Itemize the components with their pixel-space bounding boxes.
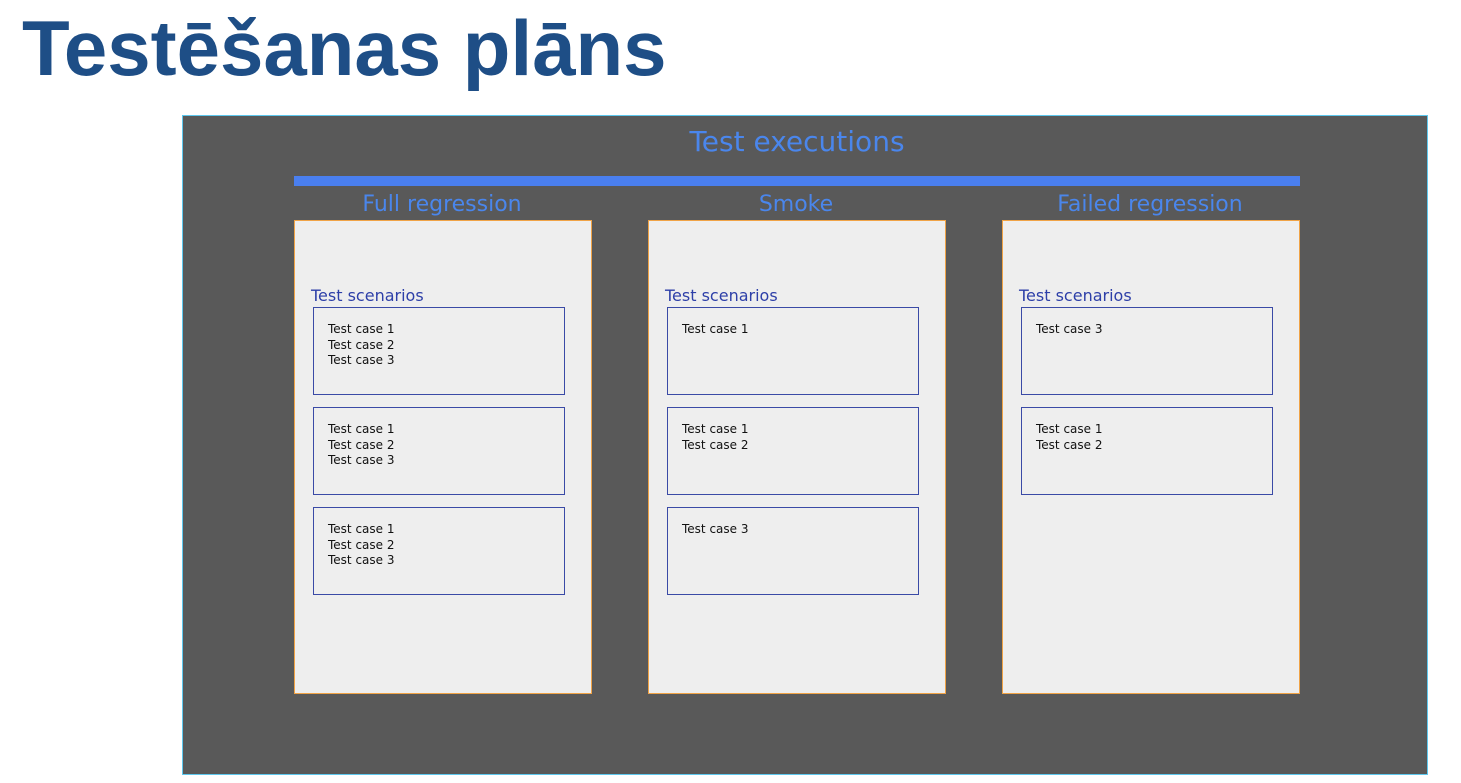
test-case: Test case 3 (328, 453, 395, 467)
column-label-smoke: Smoke (758, 192, 834, 217)
test-case: Test case 3 (682, 522, 749, 536)
column-smoke: Test scenarios Test case 1 Test case 1 T… (648, 220, 946, 694)
header-bar (294, 176, 1300, 186)
test-case: Test case 1 (328, 522, 395, 536)
test-case: Test case 3 (328, 353, 395, 367)
test-case: Test case 1 (328, 422, 395, 436)
test-case: Test case 1 (328, 322, 395, 336)
test-case: Test case 1 (682, 322, 749, 336)
scenario-box: Test case 1 Test case 2 (1021, 407, 1273, 495)
test-case: Test case 2 (328, 537, 395, 552)
scenario-box: Test case 3 (667, 507, 919, 595)
scenario-box: Test case 1 Test case 2 Test case 3 (313, 407, 565, 495)
scenario-box: Test case 1 Test case 2 (667, 407, 919, 495)
test-case: Test case 2 (328, 337, 395, 352)
scenario-box: Test case 1 Test case 2 Test case 3 (313, 307, 565, 395)
test-case: Test case 2 (328, 437, 395, 452)
test-case: Test case 2 (1036, 437, 1103, 452)
scenarios-label: Test scenarios (1019, 286, 1132, 305)
test-case: Test case 1 (1036, 422, 1103, 436)
test-executions-panel: Test executions Full regression Test sce… (182, 115, 1428, 775)
test-case: Test case 1 (682, 422, 749, 436)
column-failed-regression: Test scenarios Test case 3 Test case 1 T… (1002, 220, 1300, 694)
test-case: Test case 3 (328, 553, 395, 567)
scenario-box: Test case 1 (667, 307, 919, 395)
test-case: Test case 3 (1036, 322, 1103, 336)
diagram-title: Test executions (689, 125, 905, 158)
test-case: Test case 2 (682, 437, 749, 452)
column-label-full-regression: Full regression (362, 192, 522, 217)
scenario-box: Test case 1 Test case 2 Test case 3 (313, 507, 565, 595)
page-title: Testēšanas plāns (22, 4, 667, 92)
column-full-regression: Test scenarios Test case 1 Test case 2 T… (294, 220, 592, 694)
scenarios-label: Test scenarios (665, 286, 778, 305)
column-label-failed-regression: Failed regression (1057, 192, 1243, 217)
scenario-box: Test case 3 (1021, 307, 1273, 395)
scenarios-label: Test scenarios (311, 286, 424, 305)
